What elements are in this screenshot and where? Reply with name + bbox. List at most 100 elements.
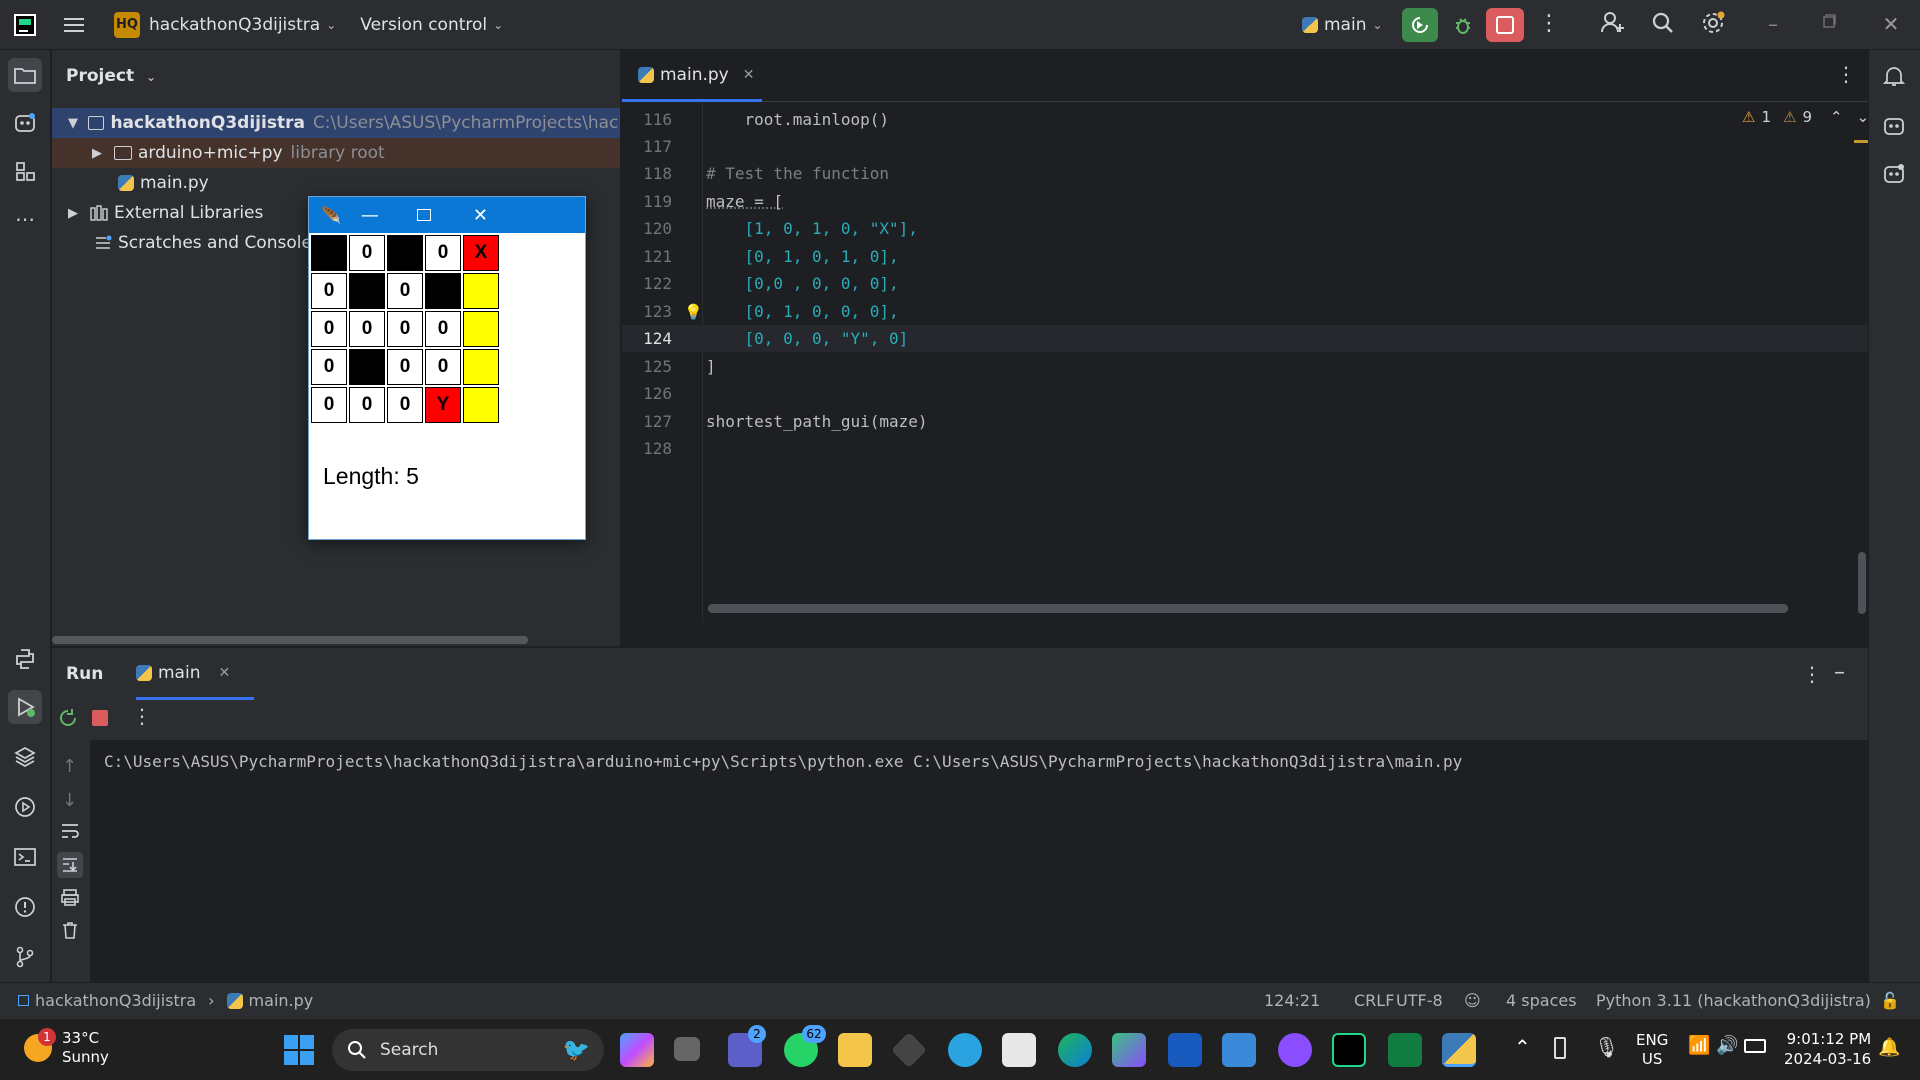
breadcrumb-file[interactable]: main.py [249, 991, 314, 1010]
run-tool-button[interactable] [8, 690, 42, 724]
code-line[interactable]: 116 root.mainloop() [622, 106, 1868, 133]
search-everywhere-button[interactable] [1650, 10, 1680, 40]
project-panel-header[interactable]: Project ⌄ [66, 66, 156, 86]
editor-tab-main-py[interactable]: main.py ✕ [622, 50, 762, 102]
start-button[interactable] [284, 1035, 314, 1065]
print-icon[interactable] [60, 888, 82, 908]
code-line[interactable]: 123 💡 [0, 1, 0, 0, 0], [622, 298, 1868, 325]
copilot-app-icon[interactable] [620, 1033, 654, 1067]
task-view-icon[interactable] [674, 1037, 700, 1061]
intention-bulb-icon[interactable]: 💡 [684, 303, 703, 321]
battery-icon[interactable] [1744, 1039, 1766, 1053]
stop-button[interactable] [1486, 8, 1524, 42]
whatsapp-app-icon[interactable]: 62 [784, 1025, 826, 1067]
up-stack-icon[interactable]: ↑ [62, 756, 77, 777]
github-desktop-icon[interactable] [1278, 1033, 1312, 1067]
debug-button[interactable] [1446, 8, 1480, 42]
file-explorer-icon[interactable] [838, 1033, 872, 1067]
python-interpreter[interactable]: Python 3.11 (hackathonQ3dijistra) [1596, 991, 1871, 1010]
project-widget[interactable]: HQ hackathonQ3dijistra ⌄ [114, 0, 336, 50]
security-app-icon[interactable] [1112, 1033, 1146, 1067]
ai-chat-button[interactable] [1882, 114, 1908, 140]
clock[interactable]: 9:01:12 PM 2024-03-16 [1784, 1029, 1871, 1069]
settings-button[interactable] [1700, 10, 1730, 40]
teams-app-icon[interactable]: 2 [728, 1025, 766, 1067]
taskbar-search-box[interactable]: Search 🐦 [332, 1029, 604, 1071]
wifi-icon[interactable]: 📶 [1688, 1035, 1710, 1056]
soft-wrap-icon[interactable] [60, 822, 82, 842]
code-line[interactable]: 117 [622, 133, 1868, 160]
minimize-window-button[interactable]: – [1760, 12, 1786, 38]
telegram-app-icon[interactable] [948, 1033, 982, 1067]
ai-assistant-right-button[interactable] [1882, 162, 1908, 188]
editor-vertical-scrollbar[interactable] [1858, 552, 1866, 614]
more-tools-button[interactable]: ⋯ [8, 202, 42, 236]
code-line[interactable]: 126 [622, 380, 1868, 407]
ai-status-icon[interactable]: ☺ [1464, 991, 1481, 1010]
close-window-button[interactable]: ✕ [1878, 12, 1904, 38]
restore-window-button[interactable] [1820, 12, 1846, 38]
hide-run-panel-button[interactable]: – [1834, 660, 1845, 685]
rerun-button[interactable] [1402, 8, 1438, 42]
excel-app-icon[interactable] [1388, 1033, 1422, 1067]
code-line[interactable]: 128 [622, 435, 1868, 462]
file-encoding[interactable]: UTF-8 [1396, 991, 1443, 1010]
notifications-button[interactable] [1882, 64, 1908, 90]
code-line[interactable]: 122 [0,0 , 0, 0, 0], [622, 270, 1868, 297]
rerun-small-button[interactable] [58, 708, 80, 730]
trash-icon[interactable] [60, 920, 82, 940]
code-line[interactable]: 125] [622, 353, 1868, 380]
lock-icon[interactable]: 🔓 [1880, 991, 1900, 1010]
terminal-tool-button[interactable] [8, 840, 42, 874]
edge-browser-icon[interactable] [1058, 1033, 1092, 1067]
python-console-tool-button[interactable] [8, 642, 42, 676]
unity-app-icon[interactable] [890, 1031, 928, 1069]
run-more-button[interactable]: ⋮ [132, 704, 152, 728]
code-with-me-button[interactable] [1600, 10, 1630, 40]
notification-bell-icon[interactable]: 🔔 [1878, 1037, 1900, 1058]
services-tool-button[interactable] [8, 790, 42, 824]
project-tool-button[interactable] [8, 58, 42, 92]
word-app-icon[interactable] [1168, 1033, 1202, 1067]
ai-assistant-tool-button[interactable] [8, 106, 42, 140]
breadcrumb-project[interactable]: hackathonQ3dijistra [35, 991, 196, 1010]
code-line[interactable]: 121 [0, 1, 0, 1, 0], [622, 243, 1868, 270]
tk-minimize-button[interactable]: — [361, 205, 379, 226]
tree-item-root[interactable]: ▼ hackathonQ3dijistra C:\Users\ASUS\Pych… [52, 108, 620, 138]
close-tab-icon[interactable]: ✕ [218, 665, 230, 681]
notepad-app-icon[interactable] [1222, 1033, 1256, 1067]
tree-item-venv[interactable]: ▶ arduino+mic+py library root [52, 138, 620, 168]
run-panel-options-button[interactable]: ⋮ [1802, 662, 1822, 686]
python-taskbar-icon[interactable] [1442, 1033, 1476, 1067]
show-hidden-icons-button[interactable]: ⌃ [1514, 1035, 1531, 1059]
main-menu-button[interactable] [62, 0, 86, 50]
usb-icon[interactable] [1554, 1037, 1566, 1059]
python-packages-tool-button[interactable] [8, 740, 42, 774]
code-line-current[interactable]: 124 [0, 0, 0, "Y", 0] [622, 325, 1868, 352]
line-separator[interactable]: CRLF [1354, 991, 1394, 1010]
editor-tab-options-button[interactable]: ⋮ [1836, 62, 1856, 86]
tk-window-title-bar[interactable]: 🪶 — ✕ [309, 197, 585, 233]
code-line[interactable]: 127 shortest_path_gui(maze) [622, 408, 1868, 435]
microsoft-store-icon[interactable] [1002, 1033, 1036, 1067]
volume-icon[interactable]: 🔊 [1716, 1035, 1738, 1056]
run-console[interactable]: C:\Users\ASUS\PycharmProjects\hackathonQ… [90, 740, 1868, 982]
tk-app-window[interactable]: 🪶 — ✕ 00X000000000000Y Length: 5 [308, 196, 586, 540]
run-tab-main[interactable]: main ✕ [136, 648, 254, 700]
editor-horizontal-scrollbar[interactable] [708, 604, 1788, 613]
tree-item-main-py[interactable]: main.py [52, 168, 620, 198]
structure-tool-button[interactable] [8, 154, 42, 188]
error-stripe-mark[interactable] [1854, 140, 1868, 143]
pycharm-taskbar-icon[interactable] [1332, 1033, 1366, 1067]
close-tab-icon[interactable]: ✕ [743, 67, 755, 83]
stop-small-button[interactable] [92, 710, 108, 726]
code-line[interactable]: 119 maze = [ [622, 188, 1868, 215]
language-indicator[interactable]: ENG US [1636, 1031, 1668, 1069]
project-horizontal-scrollbar[interactable] [52, 636, 528, 644]
code-line[interactable]: 120 [1, 0, 1, 0, "X"], [622, 215, 1868, 242]
tk-maximize-button[interactable] [416, 209, 431, 221]
down-stack-icon[interactable]: ↓ [62, 790, 77, 811]
indent-setting[interactable]: 4 spaces [1506, 991, 1577, 1010]
run-config-selector[interactable]: main ⌄ [1302, 0, 1383, 50]
vcs-widget[interactable]: Version control ⌄ [360, 0, 503, 50]
